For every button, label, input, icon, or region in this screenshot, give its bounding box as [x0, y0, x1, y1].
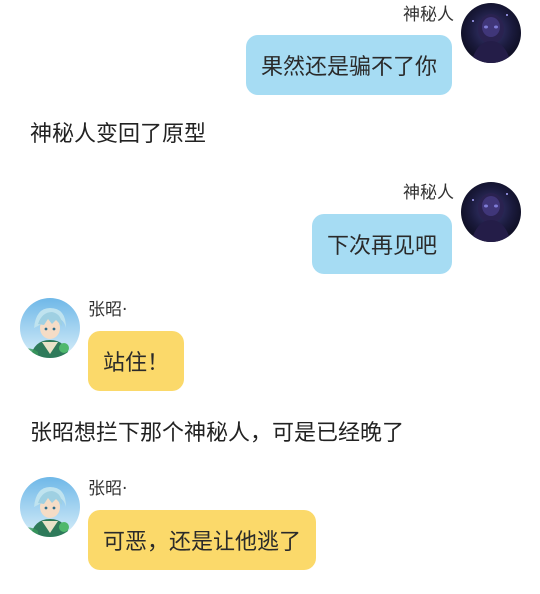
chat-bubble: 站住！	[88, 331, 185, 391]
mysterious-person-avatar-icon[interactable]	[461, 3, 521, 63]
speaker-name: 张昭·	[88, 300, 128, 320]
narration-text: 张昭想拦下那个神秘人，可是已经晚了	[30, 421, 405, 446]
narration-text: 神秘人变回了原型	[30, 122, 207, 147]
mysterious-person-avatar-icon[interactable]	[461, 182, 521, 242]
speaker-name: 神秘人	[403, 5, 454, 25]
zhang-zhao-avatar-icon[interactable]	[20, 298, 80, 358]
chat-bubble: 下次再见吧	[311, 214, 452, 274]
chat-bubble: 果然还是骗不了你	[245, 35, 452, 95]
speaker-name: 张昭·	[88, 479, 128, 499]
speaker-name: 神秘人	[403, 183, 454, 203]
zhang-zhao-avatar-icon[interactable]	[20, 477, 80, 537]
chat-bubble: 可恶，还是让他逃了	[88, 510, 317, 570]
